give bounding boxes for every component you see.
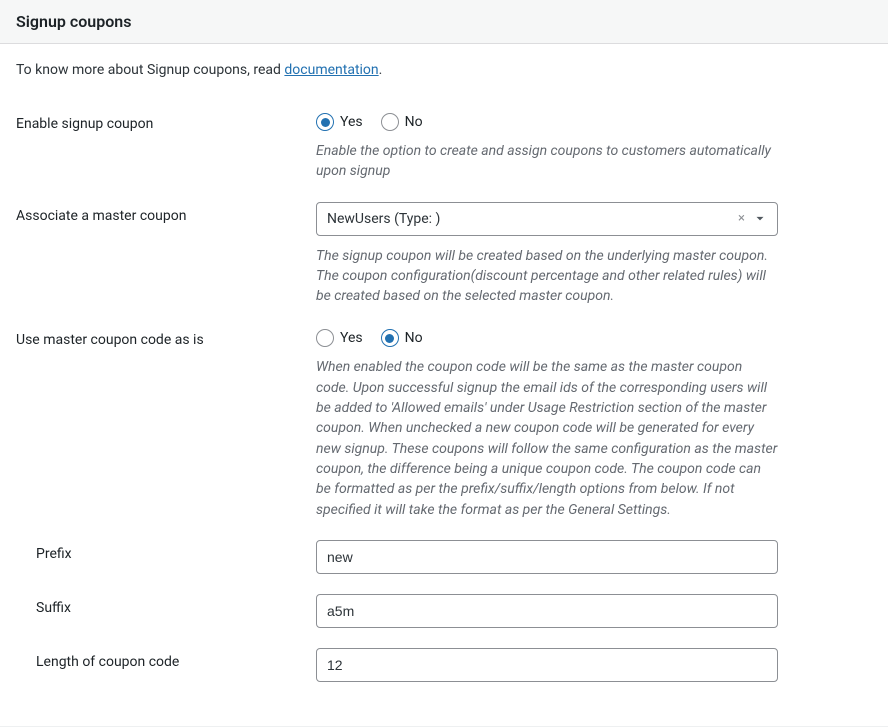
page-header: Signup coupons: [0, 0, 888, 44]
field-suffix: [316, 594, 778, 628]
label-associate-master: Associate a master coupon: [16, 202, 316, 224]
row-length: Length of coupon code: [16, 628, 872, 682]
use-master-no-label: No: [405, 330, 423, 346]
intro-suffix: .: [379, 62, 383, 78]
suffix-input[interactable]: [316, 594, 778, 628]
label-length: Length of coupon code: [16, 648, 316, 670]
chevron-down-icon[interactable]: [753, 212, 767, 226]
enable-yes-label: Yes: [340, 114, 363, 130]
radio-icon: [316, 329, 334, 347]
field-use-master: Yes No When enabled the coupon code will…: [316, 326, 778, 519]
label-prefix: Prefix: [16, 540, 316, 562]
row-suffix: Suffix: [16, 574, 872, 628]
field-length: [316, 648, 778, 682]
radio-icon: [381, 329, 399, 347]
label-suffix: Suffix: [16, 594, 316, 616]
use-master-radio-group: Yes No: [316, 326, 778, 355]
settings-form: Enable signup coupon Yes No Enable the o…: [0, 90, 888, 706]
radio-icon: [316, 113, 334, 131]
use-master-no-radio[interactable]: No: [381, 329, 423, 347]
enable-no-radio[interactable]: No: [381, 113, 423, 131]
prefix-input[interactable]: [316, 540, 778, 574]
label-enable-signup: Enable signup coupon: [16, 110, 316, 132]
enable-no-label: No: [405, 114, 423, 130]
enable-yes-radio[interactable]: Yes: [316, 113, 363, 131]
intro-text: To know more about Signup coupons, read …: [0, 44, 888, 90]
clear-icon[interactable]: ×: [738, 211, 745, 226]
field-prefix: [316, 540, 778, 574]
documentation-link[interactable]: documentation: [284, 62, 378, 78]
use-master-description: When enabled the coupon code will be the…: [316, 355, 778, 519]
page-title: Signup coupons: [16, 12, 872, 31]
use-master-yes-label: Yes: [340, 330, 363, 346]
row-enable-signup: Enable signup coupon Yes No Enable the o…: [16, 90, 872, 182]
row-prefix: Prefix: [16, 520, 872, 574]
master-coupon-select[interactable]: NewUsers (Type: ) ×: [316, 202, 778, 236]
row-associate-master: Associate a master coupon NewUsers (Type…: [16, 182, 872, 307]
radio-icon: [381, 113, 399, 131]
length-input[interactable]: [316, 648, 778, 682]
select-actions: ×: [738, 211, 767, 226]
master-coupon-value: NewUsers (Type: ): [327, 211, 730, 227]
field-associate-master: NewUsers (Type: ) × The signup coupon wi…: [316, 202, 778, 307]
intro-prefix: To know more about Signup coupons, read: [16, 62, 284, 78]
use-master-yes-radio[interactable]: Yes: [316, 329, 363, 347]
field-enable-signup: Yes No Enable the option to create and a…: [316, 110, 778, 182]
enable-radio-group: Yes No: [316, 110, 778, 139]
associate-description: The signup coupon will be created based …: [316, 244, 778, 307]
label-use-master: Use master coupon code as is: [16, 326, 316, 348]
row-use-master: Use master coupon code as is Yes No When…: [16, 306, 872, 519]
enable-description: Enable the option to create and assign c…: [316, 139, 778, 182]
